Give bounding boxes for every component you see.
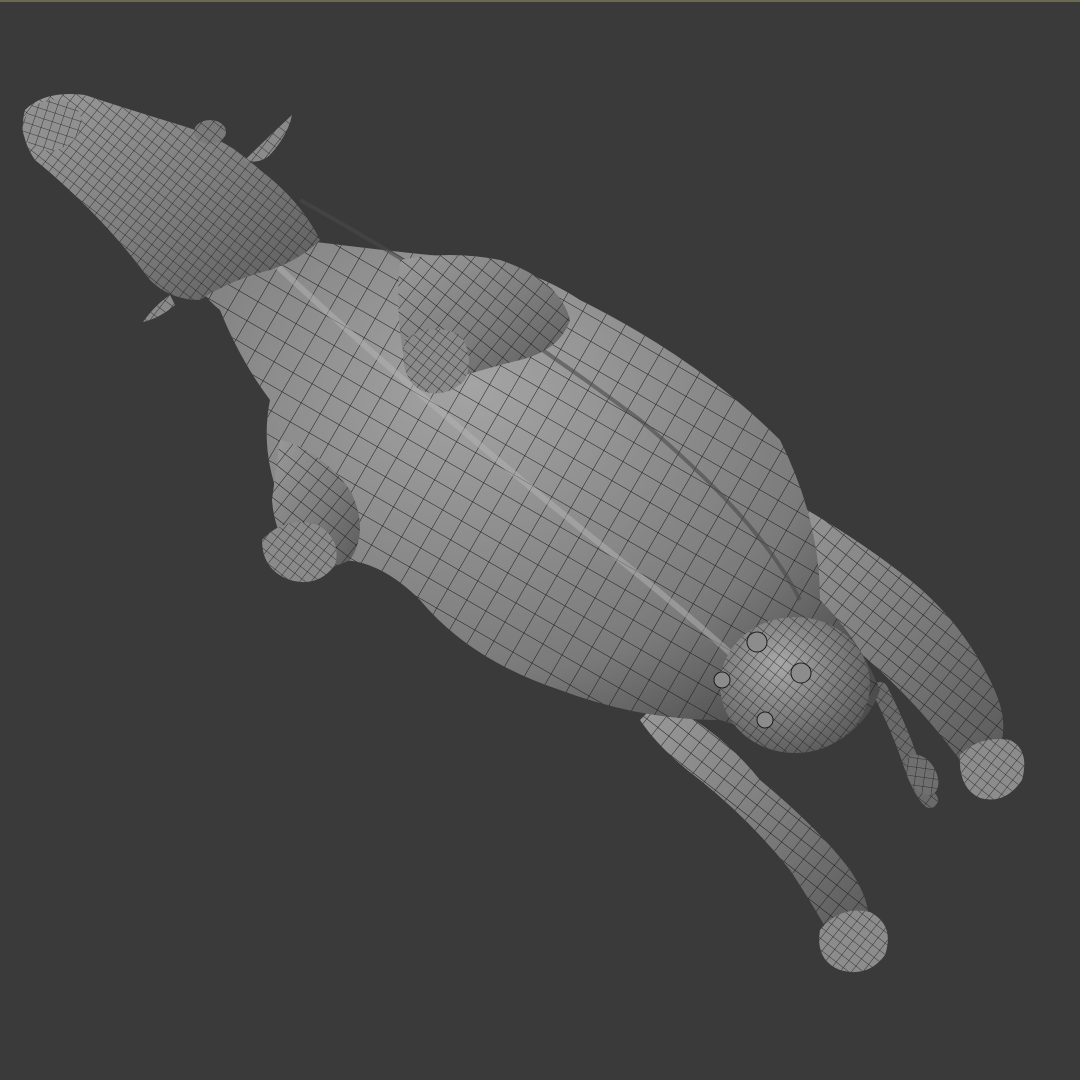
udder [720, 617, 870, 753]
ear [194, 120, 226, 144]
horn [245, 115, 292, 162]
3d-viewport[interactable] [0, 0, 1080, 1080]
cow-mesh-render[interactable] [0, 0, 1080, 1080]
hoof [959, 739, 1025, 800]
horn [143, 295, 175, 322]
